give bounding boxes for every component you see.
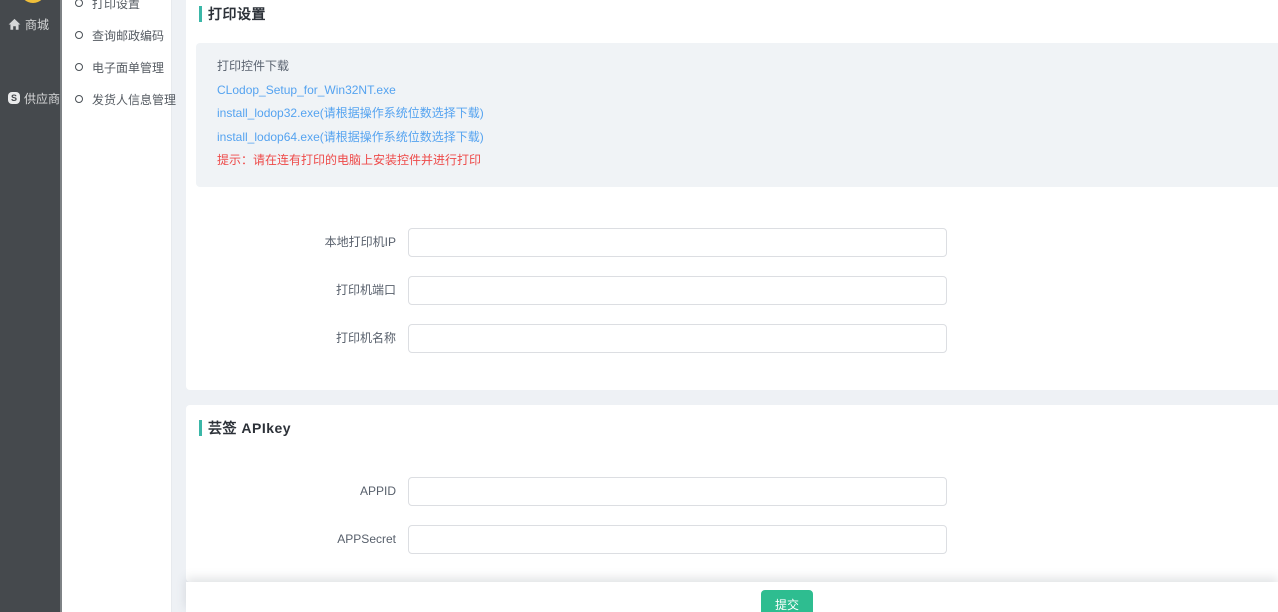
submenu-item-label: 发货人信息管理 xyxy=(92,91,176,108)
submenu-list: 打印设置 查询邮政编码 电子面单管理 发货人信息管理 xyxy=(62,0,172,110)
submenu-item-sender-info-management[interactable]: 发货人信息管理 xyxy=(62,88,172,110)
field-label: APPSecret xyxy=(250,525,408,554)
circle-bullet-icon xyxy=(75,0,83,7)
footer-bar xyxy=(186,582,1278,612)
appid-input[interactable] xyxy=(408,477,947,506)
submenu-item-label: 电子面单管理 xyxy=(92,59,164,76)
circle-bullet-icon xyxy=(75,95,83,103)
field-label: APPID xyxy=(250,477,408,506)
submenu-item-ewaybill-management[interactable]: 电子面单管理 xyxy=(62,56,172,78)
submit-button[interactable]: 提交 xyxy=(761,590,813,612)
field-label: 打印机端口 xyxy=(250,276,408,305)
download-link-clodop[interactable]: CLodop_Setup_for_Win32NT.exe xyxy=(217,83,1278,98)
form-row-appsecret: APPSecret xyxy=(250,525,947,554)
form-row-printer-name: 打印机名称 xyxy=(250,324,947,353)
primary-sidebar: 商城 S 供应商 xyxy=(0,0,62,612)
download-link-lodop64[interactable]: install_lodop64.exe(请根据操作系统位数选择下载) xyxy=(217,130,1278,145)
printer-name-input[interactable] xyxy=(408,324,947,353)
sidebar-item-supplier[interactable]: S 供应商 xyxy=(0,86,62,110)
sidebar-item-label: 商城 xyxy=(25,16,49,33)
page-title: 打印设置 xyxy=(208,4,266,24)
accent-bar xyxy=(199,6,202,22)
circle-bullet-icon xyxy=(75,63,83,71)
submenu-item-label: 打印设置 xyxy=(92,0,140,12)
card-title-row: 芸签 APIkey xyxy=(199,418,291,438)
download-link-lodop32[interactable]: install_lodop32.exe(请根据操作系统位数选择下载) xyxy=(217,106,1278,121)
submenu-item-print-settings[interactable]: 打印设置 xyxy=(62,0,172,14)
submenu-item-label: 查询邮政编码 xyxy=(92,27,164,44)
field-label: 打印机名称 xyxy=(250,324,408,353)
appsecret-input[interactable] xyxy=(408,525,947,554)
sidebar-item-label: 供应商 xyxy=(24,90,60,107)
card-title-row: 打印设置 xyxy=(199,4,266,24)
printer-port-input[interactable] xyxy=(408,276,947,305)
supplier-icon: S xyxy=(8,92,20,104)
apikey-card-title: 芸签 APIkey xyxy=(208,418,291,438)
accent-bar xyxy=(199,420,202,436)
form-row-appid: APPID xyxy=(250,477,947,506)
home-icon xyxy=(8,18,21,31)
local-printer-ip-input[interactable] xyxy=(408,228,947,257)
submenu-item-postcode-lookup[interactable]: 查询邮政编码 xyxy=(62,24,172,46)
circle-bullet-icon xyxy=(75,31,83,39)
field-label: 本地打印机IP xyxy=(250,228,408,257)
page: 商城 S 供应商 打印设置 查询邮政编码 电子面单管理 发货人信息管理 xyxy=(0,0,1278,612)
submenu-sidebar: 打印设置 查询邮政编码 电子面单管理 发货人信息管理 xyxy=(62,0,172,612)
form-row-local-printer-ip: 本地打印机IP xyxy=(250,228,947,257)
install-notice: 提示：请在连有打印的电脑上安装控件并进行打印 xyxy=(217,153,1278,168)
sidebar-item-mall[interactable]: 商城 xyxy=(0,12,62,36)
download-panel: 打印控件下载 CLodop_Setup_for_Win32NT.exe inst… xyxy=(196,43,1278,187)
form-row-printer-port: 打印机端口 xyxy=(250,276,947,305)
download-panel-heading: 打印控件下载 xyxy=(217,59,1278,74)
app-logo xyxy=(20,0,46,3)
